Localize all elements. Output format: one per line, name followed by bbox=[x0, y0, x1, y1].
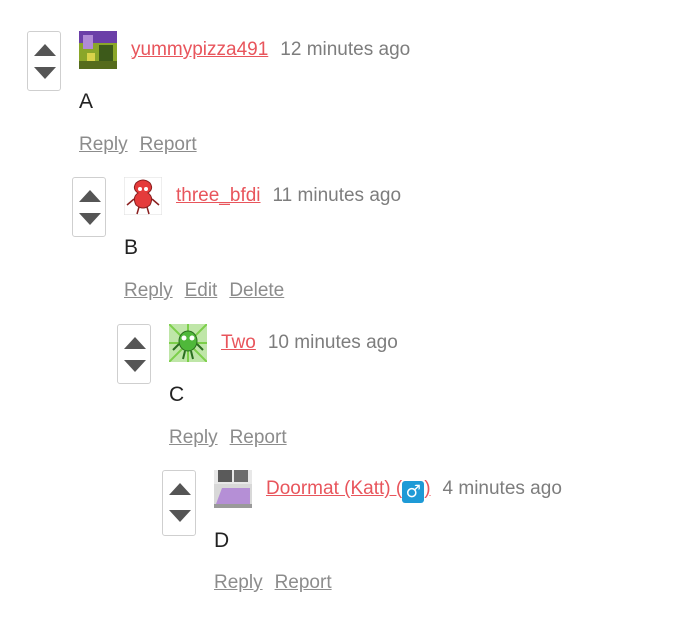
comment-actions: Reply Report bbox=[214, 571, 344, 595]
comment: three_bfdi 11 minutes ago B Reply Edit Dele… bbox=[72, 177, 632, 317]
downvote-arrow-icon[interactable] bbox=[34, 67, 56, 79]
username-link[interactable]: yummypizza491 bbox=[131, 39, 268, 60]
timestamp: 11 minutes ago bbox=[272, 185, 402, 206]
comment-body: C bbox=[169, 383, 185, 406]
username-link[interactable]: Two bbox=[221, 332, 256, 353]
edit-link[interactable]: Edit bbox=[185, 280, 218, 301]
male-gender-icon: ♂ bbox=[402, 481, 425, 503]
reply-link[interactable]: Reply bbox=[169, 427, 218, 448]
reply-link[interactable]: Reply bbox=[124, 280, 173, 301]
username-suffix: ) bbox=[424, 478, 431, 499]
report-link[interactable]: Report bbox=[140, 134, 197, 155]
username-link[interactable]: Doormat (Katt) (♂) bbox=[266, 478, 431, 503]
timestamp: 4 minutes ago bbox=[442, 478, 562, 499]
username-text: Doormat (Katt) ( bbox=[266, 478, 403, 499]
comment: yummypizza491 12 minutes ago A Reply Repor… bbox=[27, 31, 627, 171]
comment: Doormat (Katt) (♂) 4 minutes ago D Reply R… bbox=[162, 470, 662, 610]
upvote-arrow-icon[interactable] bbox=[169, 483, 191, 495]
avatar[interactable] bbox=[169, 324, 207, 362]
avatar[interactable] bbox=[79, 31, 117, 69]
vote-box bbox=[72, 177, 106, 237]
username-link[interactable]: three_bfdi bbox=[176, 185, 261, 206]
comment-body: B bbox=[124, 236, 139, 259]
comment-body: D bbox=[214, 529, 230, 552]
comment-meta: yummypizza491 12 minutes ago bbox=[131, 38, 410, 62]
avatar[interactable] bbox=[124, 177, 162, 215]
upvote-arrow-icon[interactable] bbox=[34, 44, 56, 56]
comment-actions: Reply Edit Delete bbox=[124, 279, 296, 303]
upvote-arrow-icon[interactable] bbox=[124, 337, 146, 349]
timestamp: 12 minutes ago bbox=[280, 39, 411, 60]
comment-meta: Two 10 minutes ago bbox=[221, 331, 398, 355]
delete-link[interactable]: Delete bbox=[229, 280, 284, 301]
comment: Two 10 minutes ago C Reply Report bbox=[117, 324, 637, 464]
vote-box bbox=[27, 31, 61, 91]
upvote-arrow-icon[interactable] bbox=[79, 190, 101, 202]
downvote-arrow-icon[interactable] bbox=[169, 510, 191, 522]
vote-box bbox=[162, 470, 196, 536]
comment-actions: Reply Report bbox=[79, 133, 209, 157]
reply-link[interactable]: Reply bbox=[214, 572, 263, 593]
downvote-arrow-icon[interactable] bbox=[124, 360, 146, 372]
reply-link[interactable]: Reply bbox=[79, 134, 128, 155]
report-link[interactable]: Report bbox=[275, 572, 332, 593]
vote-box bbox=[117, 324, 151, 384]
downvote-arrow-icon[interactable] bbox=[79, 213, 101, 225]
avatar[interactable] bbox=[214, 470, 252, 508]
comment-meta: three_bfdi 11 minutes ago bbox=[176, 184, 401, 208]
comment-meta: Doormat (Katt) (♂) 4 minutes ago bbox=[266, 477, 562, 503]
comment-body: A bbox=[79, 90, 94, 113]
comment-actions: Reply Report bbox=[169, 426, 299, 450]
report-link[interactable]: Report bbox=[230, 427, 287, 448]
timestamp: 10 minutes ago bbox=[267, 332, 398, 353]
